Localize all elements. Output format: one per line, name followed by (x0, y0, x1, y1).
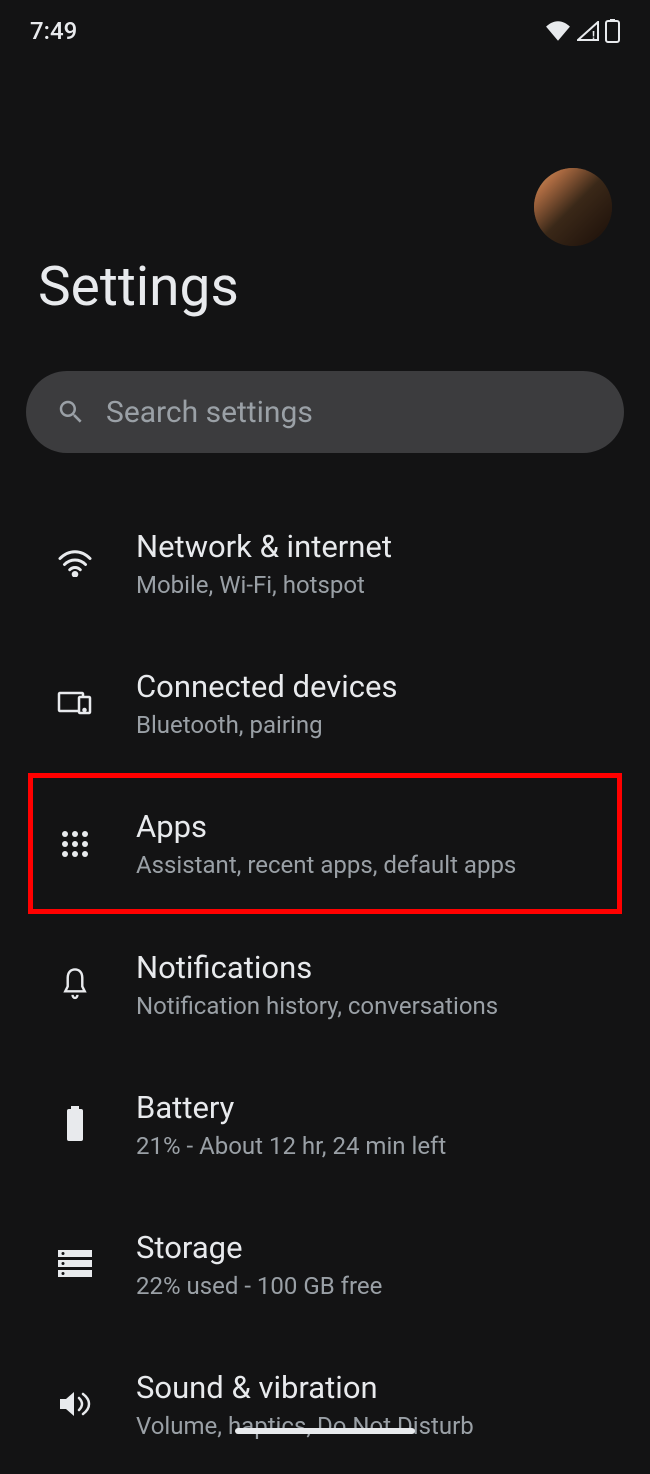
page-title: Settings (0, 255, 650, 319)
item-text: Network & internet Mobile, Wi-Fi, hotspo… (136, 528, 392, 599)
search-icon (56, 397, 86, 427)
item-subtitle: Bluetooth, pairing (136, 711, 397, 739)
search-bar[interactable]: Search settings (26, 371, 624, 453)
battery-status-icon (605, 19, 620, 43)
wifi-status-icon (545, 21, 571, 41)
status-bar: 7:49 ! (0, 0, 650, 50)
item-text: Connected devices Bluetooth, pairing (136, 668, 397, 739)
settings-item-apps[interactable]: Apps Assistant, recent apps, default app… (28, 773, 622, 914)
item-subtitle: Notification history, conversations (136, 992, 498, 1020)
item-subtitle: 22% used - 100 GB free (136, 1272, 382, 1300)
settings-list: Network & internet Mobile, Wi-Fi, hotspo… (0, 493, 650, 1474)
item-title: Battery (136, 1089, 446, 1126)
item-text: Battery 21% - About 12 hr, 24 min left (136, 1089, 446, 1160)
bell-icon (56, 965, 94, 1003)
item-subtitle: Volume, haptics, Do Not Disturb (136, 1412, 474, 1440)
battery-icon (56, 1105, 94, 1143)
item-text: Apps Assistant, recent apps, default app… (136, 808, 516, 879)
item-subtitle: 21% - About 12 hr, 24 min left (136, 1132, 446, 1160)
item-text: Storage 22% used - 100 GB free (136, 1229, 382, 1300)
item-title: Sound & vibration (136, 1369, 474, 1406)
svg-text:!: ! (592, 29, 595, 41)
signal-status-icon: ! (577, 21, 599, 41)
item-subtitle: Assistant, recent apps, default apps (136, 851, 516, 879)
profile-avatar[interactable] (534, 168, 612, 246)
settings-item-sound[interactable]: Sound & vibration Volume, haptics, Do No… (0, 1334, 650, 1474)
item-text: Notifications Notification history, conv… (136, 949, 498, 1020)
settings-item-network[interactable]: Network & internet Mobile, Wi-Fi, hotspo… (0, 493, 650, 633)
storage-icon (56, 1245, 94, 1283)
sound-icon (56, 1385, 94, 1423)
item-title: Notifications (136, 949, 498, 986)
item-title: Connected devices (136, 668, 397, 705)
status-time: 7:49 (30, 17, 77, 45)
settings-item-connected-devices[interactable]: Connected devices Bluetooth, pairing (0, 633, 650, 773)
settings-item-battery[interactable]: Battery 21% - About 12 hr, 24 min left (0, 1054, 650, 1194)
settings-item-notifications[interactable]: Notifications Notification history, conv… (0, 914, 650, 1054)
item-title: Network & internet (136, 528, 392, 565)
item-subtitle: Mobile, Wi-Fi, hotspot (136, 571, 392, 599)
item-title: Storage (136, 1229, 382, 1266)
navigation-handle[interactable] (235, 1428, 415, 1434)
wifi-icon (56, 544, 94, 582)
devices-icon (56, 684, 94, 722)
apps-icon (56, 825, 94, 863)
settings-item-storage[interactable]: Storage 22% used - 100 GB free (0, 1194, 650, 1334)
item-title: Apps (136, 808, 516, 845)
status-icons: ! (545, 19, 620, 43)
search-placeholder: Search settings (106, 395, 313, 430)
